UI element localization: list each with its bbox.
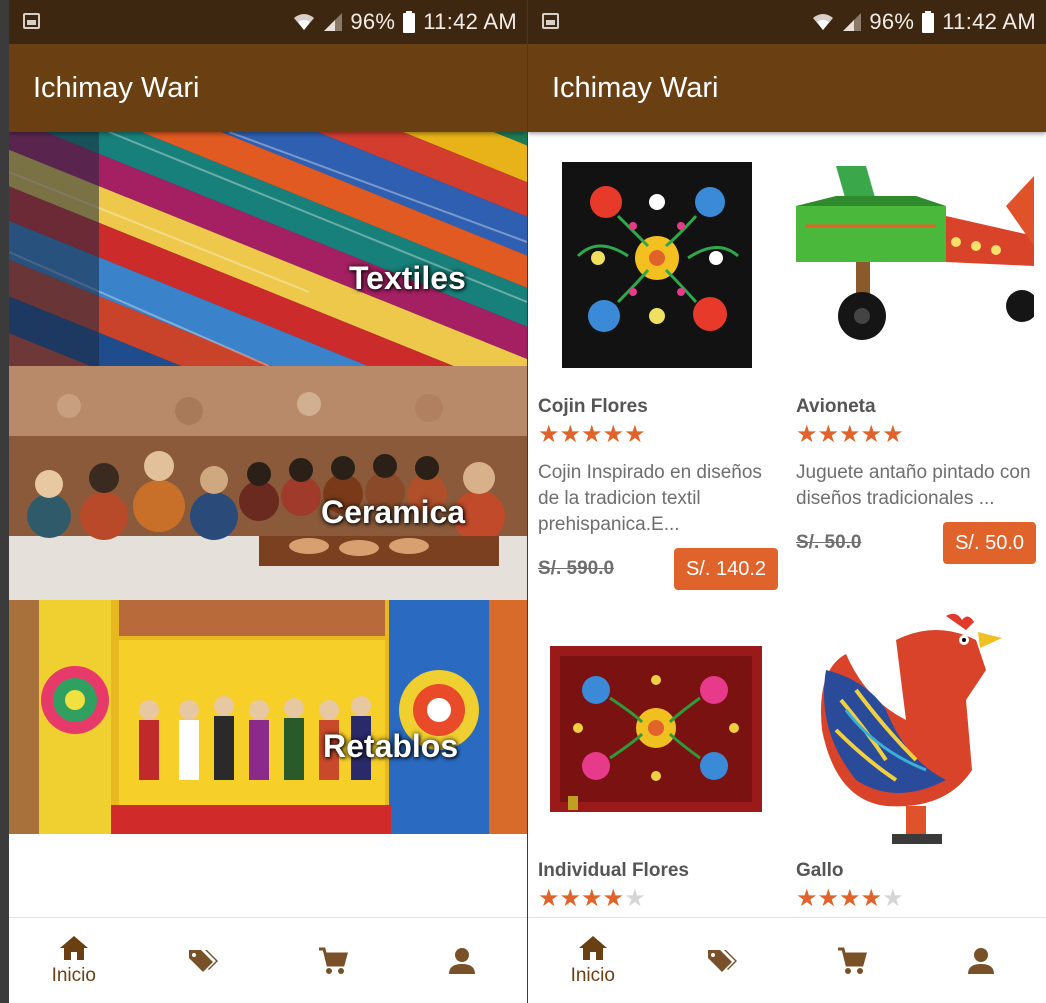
product-image <box>538 610 776 848</box>
star-icon: ★ <box>882 885 904 912</box>
app-bar: Ichimay Wari <box>528 44 1046 132</box>
old-price: S/. 590.0 <box>538 558 615 579</box>
product-rating: ★★★★★ <box>796 422 1046 448</box>
clock: 11:42 AM <box>423 9 517 34</box>
person-icon <box>449 947 476 974</box>
app-title: Ichimay Wari <box>33 71 200 104</box>
cart-icon <box>318 947 348 974</box>
app-bar: Ichimay Wari <box>9 44 527 132</box>
product-image <box>796 610 1034 848</box>
image-icon <box>23 13 40 29</box>
signal-icon <box>322 13 343 31</box>
nav-profile[interactable] <box>398 918 528 1003</box>
nav-offers[interactable] <box>139 918 269 1003</box>
nav-home-label: Inicio <box>570 964 615 986</box>
nav-cart[interactable] <box>268 918 398 1003</box>
product-name: Cojin Flores <box>538 396 648 417</box>
app-title: Ichimay Wari <box>552 71 719 104</box>
battery-percent: 96% <box>869 9 915 34</box>
category-label: Textiles <box>349 260 466 296</box>
status-bar: 96% 11:42 AM <box>9 0 527 44</box>
product-rating: ★★★★★ <box>538 886 788 912</box>
category-textiles[interactable]: Textiles <box>9 132 527 366</box>
cart-icon <box>837 947 867 974</box>
category-retablos[interactable]: Retablos <box>9 600 527 834</box>
category-label: Ceramica <box>321 494 466 530</box>
product-name: Avioneta <box>796 396 876 417</box>
battery-icon <box>403 11 416 33</box>
product-rating: ★★★★★ <box>796 886 1046 912</box>
retablos-image <box>9 600 527 834</box>
nav-offers[interactable] <box>658 918 788 1003</box>
product-name: Gallo <box>796 860 844 881</box>
home-screen: 96% 11:42 AM Ichimay Wari Textiles Ceram… <box>9 0 527 1003</box>
tag-icon <box>708 949 738 972</box>
textiles-image <box>9 132 527 366</box>
category-label: Retablos <box>323 728 459 764</box>
product-image <box>538 146 776 384</box>
wifi-icon <box>294 13 315 31</box>
category-ceramica[interactable]: Ceramica <box>9 366 527 600</box>
bottom-navigation: Inicio <box>528 917 1046 1003</box>
product-name: Individual Flores <box>538 860 689 881</box>
bottom-navigation: Inicio <box>9 917 527 1003</box>
product-image <box>796 146 1034 384</box>
products-screen: 96% 11:42 AM Ichimay Wari Cojin Flores ★… <box>528 0 1046 1003</box>
product-card-avioneta[interactable]: Avioneta ★★★★★ Juguete antaño pintado co… <box>796 146 1046 566</box>
battery-percent: 96% <box>350 9 396 34</box>
person-icon <box>968 947 995 974</box>
signal-icon <box>841 13 862 31</box>
nav-profile[interactable] <box>917 918 1046 1003</box>
clock: 11:42 AM <box>942 9 1036 34</box>
nav-home-label: Inicio <box>51 964 96 986</box>
product-card-individual-flores[interactable]: Individual Flores ★★★★★ <box>538 610 788 912</box>
product-description: Cojin Inspirado en diseños de la tradici… <box>538 462 762 535</box>
home-icon <box>578 935 607 960</box>
product-card-gallo[interactable]: Gallo ★★★★★ <box>796 610 1046 912</box>
nav-cart[interactable] <box>787 918 917 1003</box>
home-icon <box>59 935 88 960</box>
star-icon: ★★★★ <box>538 885 625 912</box>
product-card-cojin-flores[interactable]: Cojin Flores ★★★★★ Cojin Inspirado en di… <box>538 146 788 592</box>
price-button[interactable]: S/. 140.2 <box>673 548 778 590</box>
nav-home[interactable]: Inicio <box>528 918 658 1003</box>
product-description: Juguete antaño pintado con diseños tradi… <box>796 462 1031 509</box>
star-icon: ★★★★★ <box>538 421 646 448</box>
price-button[interactable]: S/. 50.0 <box>943 522 1036 564</box>
price-row: S/. 50.0 S/. 50.0 <box>796 522 1046 566</box>
wifi-icon <box>813 13 834 31</box>
status-bar: 96% 11:42 AM <box>528 0 1046 44</box>
nav-home[interactable]: Inicio <box>9 918 139 1003</box>
ceramica-image <box>9 366 527 600</box>
old-price: S/. 50.0 <box>796 532 862 553</box>
product-rating: ★★★★★ <box>538 422 788 448</box>
star-icon: ★ <box>624 885 646 912</box>
battery-icon <box>922 11 935 33</box>
tag-icon <box>189 949 219 972</box>
price-row: S/. 590.0 S/. 140.2 <box>538 548 788 592</box>
star-icon: ★★★★★ <box>796 421 904 448</box>
star-icon: ★★★★ <box>796 885 883 912</box>
image-icon <box>542 13 559 29</box>
